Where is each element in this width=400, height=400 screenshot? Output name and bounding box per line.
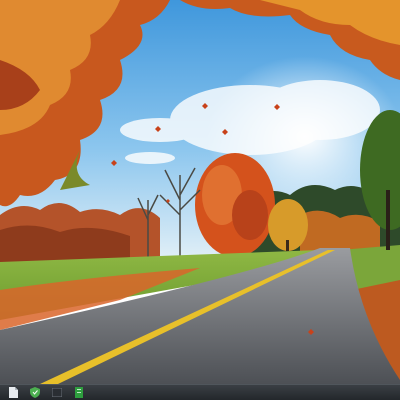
wallpaper-image: [0, 0, 400, 384]
desktop[interactable]: [0, 0, 400, 384]
window-icon[interactable]: [50, 386, 64, 399]
taskbar: [0, 384, 400, 400]
green-app-icon[interactable]: [72, 386, 86, 399]
document-icon[interactable]: [6, 386, 20, 399]
shield-icon[interactable]: [28, 386, 42, 399]
